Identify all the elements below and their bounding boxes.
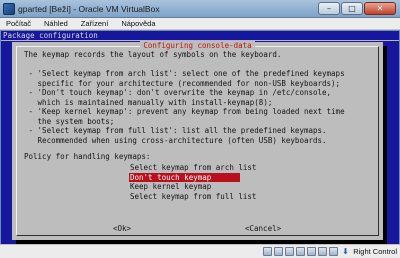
- ok-button[interactable]: <Ok>: [113, 224, 131, 234]
- network-icon[interactable]: [307, 247, 316, 256]
- debconf-dialog: Configuring console-data The keymap reco…: [12, 41, 383, 240]
- menubar: Počítač Náhled Zařízení Nápověda: [0, 18, 400, 30]
- host-key-arrow-icon: ⬇: [342, 247, 349, 256]
- dialog-title: Configuring console-data: [140, 41, 255, 50]
- body-line: - 'Don't touch keymap': don't overwrite …: [24, 88, 332, 97]
- option-select-from-arch-list[interactable]: Select keymap from arch list: [129, 163, 256, 173]
- close-button[interactable]: ✕: [364, 2, 396, 15]
- body-line: Recommended when using cross-architectur…: [24, 135, 327, 145]
- menu-help[interactable]: Nápověda: [121, 19, 155, 28]
- menu-machine[interactable]: Počítač: [6, 19, 31, 28]
- mouse-icon[interactable]: [329, 247, 338, 256]
- body-line: The keymap records the layout of symbols…: [24, 50, 282, 59]
- menu-view[interactable]: Náhled: [44, 19, 68, 28]
- vm-screen[interactable]: Package configuration Configuring consol…: [1, 31, 399, 244]
- option-dont-touch-keymap[interactable]: Don't touch keymap: [129, 172, 240, 182]
- device-icons: [263, 247, 338, 256]
- menu-devices[interactable]: Zařízení: [81, 19, 109, 28]
- cancel-button[interactable]: <Cancel>: [245, 224, 281, 234]
- body-line: the system boots;: [24, 116, 115, 126]
- statusbar: ⬇ Right Control: [0, 244, 400, 258]
- policy-prompt: Policy for handling keymaps:: [24, 152, 151, 161]
- window-titlebar[interactable]: gparted [Beží] - Oracle VM VirtualBox – …: [0, 0, 400, 18]
- option-select-from-full-list[interactable]: Select keymap from full list: [129, 192, 256, 202]
- maximize-button[interactable]: □: [341, 2, 363, 15]
- keymap-options-list: Select keymap from arch list Don't touch…: [129, 163, 256, 202]
- body-line: - 'Select keymap from full list': list a…: [24, 126, 327, 135]
- shared-folder-icon[interactable]: [296, 247, 305, 256]
- window-controls: – □ ✕: [318, 2, 396, 15]
- virtualbox-app-icon: [3, 2, 15, 15]
- body-line: specific for your architecture (recommen…: [24, 78, 341, 88]
- host-key-label: Right Control: [353, 247, 397, 256]
- usb-icon[interactable]: [285, 247, 294, 256]
- body-line: - 'Keep kernel keymap': prevent any keym…: [24, 107, 345, 116]
- window-title: gparted [Beží] - Oracle VM VirtualBox: [18, 3, 160, 14]
- body-line: - 'Select keymap from arch list': select…: [24, 69, 345, 78]
- body-line: which is maintained manually with instal…: [24, 97, 273, 107]
- optical-icon[interactable]: [274, 247, 283, 256]
- display-icon[interactable]: [318, 247, 327, 256]
- option-keep-kernel-keymap[interactable]: Keep kernel keymap: [129, 182, 240, 192]
- hdd-icon[interactable]: [263, 247, 272, 256]
- minimize-button[interactable]: –: [318, 2, 340, 15]
